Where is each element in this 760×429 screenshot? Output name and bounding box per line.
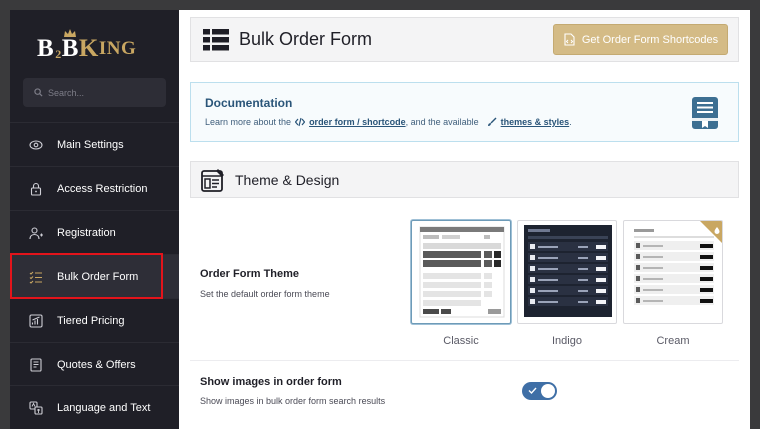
main-content: Bulk Order Form Get Order Form Shortcode…	[179, 10, 750, 429]
list-check-icon	[29, 270, 43, 284]
documentation-text: Learn more about the order form / shortc…	[205, 117, 572, 127]
code-icon	[295, 117, 306, 127]
order-form-shortcode-link[interactable]: order form / shortcode	[309, 117, 406, 127]
themes-styles-link[interactable]: themes & styles	[501, 117, 570, 127]
quote-icon	[29, 357, 43, 372]
design-icon	[201, 168, 224, 192]
crown-icon	[64, 29, 76, 37]
doc-text-mid: , and the available	[405, 117, 479, 127]
logo-letter-k: K	[78, 35, 99, 62]
theme-option-classic[interactable]	[411, 220, 511, 324]
sidebar-item-label: Language and Text	[57, 401, 151, 414]
sidebar-item-tiered-pricing[interactable]: Tiered Pricing	[10, 298, 179, 342]
sidebar-item-label: Quotes & Offers	[57, 358, 136, 371]
sidebar-search	[23, 78, 166, 107]
classic-theme-preview	[419, 226, 505, 318]
logo-letters-ing: ING	[98, 38, 137, 59]
show-images-toggle[interactable]	[522, 382, 557, 400]
chart-icon	[29, 313, 43, 328]
translate-icon	[29, 400, 43, 415]
theme-label-classic: Classic	[443, 335, 479, 347]
indigo-theme-preview	[524, 225, 612, 317]
sidebar-item-quotes-offers[interactable]: Quotes & Offers	[10, 342, 179, 386]
theme-label-indigo: Indigo	[552, 335, 582, 347]
doc-text-prefix: Learn more about the	[205, 117, 292, 127]
search-icon	[34, 88, 43, 97]
file-code-icon	[564, 33, 575, 46]
window-frame-top	[0, 0, 760, 10]
section-title: Theme & Design	[235, 171, 340, 188]
list-icon	[203, 28, 229, 50]
cream-theme-preview	[630, 221, 722, 317]
order-form-theme-title: Order Form Theme	[200, 268, 300, 280]
doc-text-suffix: .	[569, 117, 572, 127]
lock-icon	[29, 182, 43, 196]
logo-letter-b-2: B	[61, 35, 79, 62]
brush-icon	[487, 117, 497, 126]
eye-icon	[29, 138, 43, 152]
theme-option-indigo[interactable]	[517, 220, 617, 324]
theme-label-cream: Cream	[656, 335, 690, 347]
documentation-panel: Documentation Learn more about the order…	[190, 82, 739, 142]
divider	[190, 360, 739, 361]
page-title: Bulk Order Form	[239, 29, 373, 49]
window-frame-right	[750, 0, 760, 429]
brand-logo[interactable]: B 2 B K ING	[37, 29, 137, 64]
page-header: Bulk Order Form Get Order Form Shortcode…	[190, 17, 739, 62]
sidebar-item-bulk-order-form[interactable]: Bulk Order Form	[10, 254, 179, 298]
sidebar-item-label: Tiered Pricing	[57, 314, 125, 327]
theme-design-section-header: Theme & Design	[190, 161, 739, 198]
logo-letter-b: B	[37, 35, 55, 62]
book-icon	[692, 97, 718, 129]
sidebar-item-label: Access Restriction	[57, 182, 148, 195]
sidebar: B 2 B K ING Main Settings Access Restric…	[10, 10, 179, 429]
get-shortcodes-button[interactable]: Get Order Form Shortcodes	[553, 24, 728, 55]
toggle-knob	[541, 384, 555, 398]
show-images-description: Show images in bulk order form search re…	[200, 396, 386, 406]
sidebar-item-main-settings[interactable]: Main Settings	[10, 122, 179, 166]
sidebar-item-access-restriction[interactable]: Access Restriction	[10, 166, 179, 210]
sidebar-item-language-text[interactable]: Language and Text	[10, 385, 179, 429]
sidebar-item-registration[interactable]: Registration	[10, 210, 179, 254]
theme-option-cream[interactable]	[623, 220, 723, 324]
sidebar-item-label: Bulk Order Form	[57, 270, 139, 283]
sidebar-item-label: Main Settings	[57, 138, 124, 151]
sidebar-item-label: Registration	[57, 226, 116, 239]
search-input[interactable]	[48, 87, 158, 98]
get-shortcodes-button-label: Get Order Form Shortcodes	[581, 33, 719, 46]
order-form-theme-description: Set the default order form theme	[200, 289, 330, 299]
documentation-title: Documentation	[205, 96, 293, 110]
check-icon	[528, 387, 537, 395]
show-images-title: Show images in order form	[200, 376, 342, 388]
user-plus-icon	[29, 226, 43, 240]
